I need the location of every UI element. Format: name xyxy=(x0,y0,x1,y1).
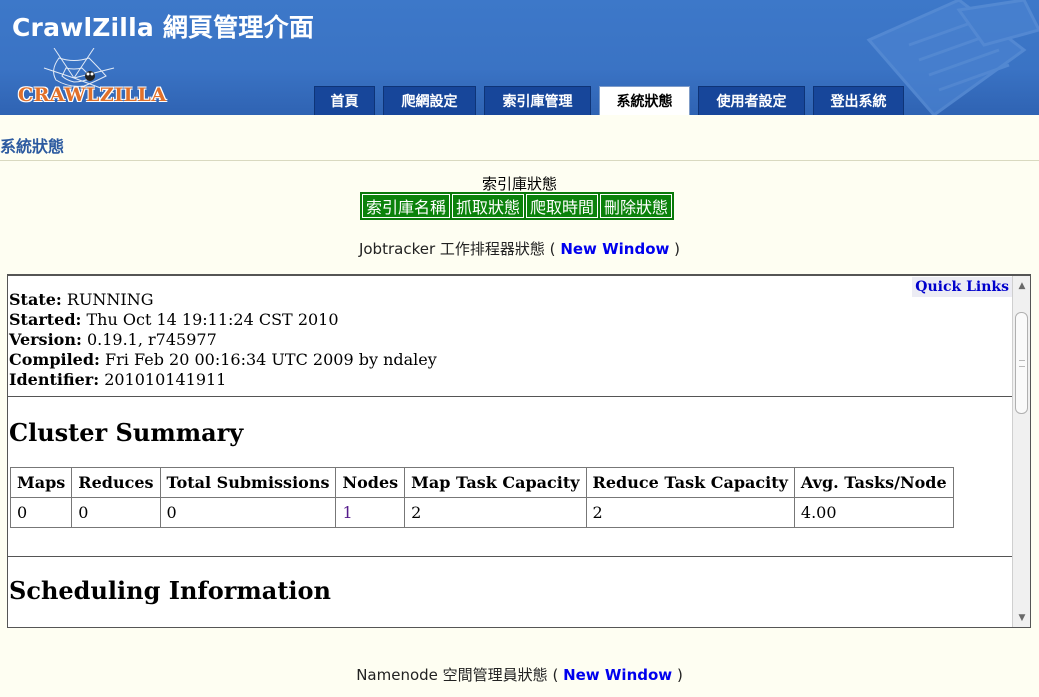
divider xyxy=(8,396,1012,397)
info-row-compiled: Compiled: Fri Feb 20 00:16:34 UTC 2009 b… xyxy=(9,350,437,370)
scheduling-information-heading: Scheduling Information xyxy=(9,576,331,605)
logo-text: CRAWLZILLA xyxy=(18,84,167,106)
fetch-status-button[interactable]: 抓取狀態 xyxy=(452,194,525,218)
index-name-button[interactable]: 索引庫名稱 xyxy=(362,194,451,218)
paren-close: ) xyxy=(676,666,683,684)
jobtracker-frame-content: Quick Links State: RUNNING Started: Thu … xyxy=(8,276,1012,627)
info-row-started: Started: Thu Oct 14 19:11:24 CST 2010 xyxy=(9,310,437,330)
scrollbar-thumb[interactable] xyxy=(1015,312,1028,414)
tab-logout[interactable]: 登出系統 xyxy=(813,86,904,115)
info-row-identifier: Identifier: 201010141911 xyxy=(9,370,437,390)
page-title: 系統狀態 xyxy=(0,137,65,156)
info-value: Thu Oct 14 19:11:24 CST 2010 xyxy=(86,310,339,329)
jobtracker-status-line: Jobtracker 工作排程器狀態 ( New Window ) xyxy=(0,238,1039,259)
crawl-time-button[interactable]: 爬取時間 xyxy=(526,194,599,218)
info-value: 0.19.1, r745977 xyxy=(86,330,217,349)
index-status-heading: 索引庫狀態 xyxy=(481,175,557,193)
info-label: Version: xyxy=(9,330,82,349)
table-cell: 0 xyxy=(71,497,161,528)
column-header: Map Task Capacity xyxy=(404,467,587,498)
table-header-row: Maps Reduces Total Submissions Nodes Map… xyxy=(9,467,954,498)
paren-open: ( xyxy=(549,240,556,258)
paren-open: ( xyxy=(552,666,559,684)
column-header: Reduce Task Capacity xyxy=(585,467,795,498)
cluster-summary-table: Maps Reduces Total Submissions Nodes Map… xyxy=(9,467,954,528)
tab-system-status[interactable]: 系統狀態 xyxy=(599,86,690,115)
tab-index-management[interactable]: 索引庫管理 xyxy=(484,86,591,115)
info-row-state: State: RUNNING xyxy=(9,290,437,310)
column-header: Maps xyxy=(9,467,73,498)
namenode-status-line: Namenode 空間管理員狀態 ( New Window ) xyxy=(0,664,1039,685)
quick-links-link[interactable]: Quick Links xyxy=(912,277,1012,297)
crawlzilla-logo: CRAWLZILLA xyxy=(14,47,166,114)
table-cell: 2 xyxy=(585,497,795,528)
paren-close: ) xyxy=(674,240,681,258)
table-cell: 2 xyxy=(404,497,587,528)
tab-home[interactable]: 首頁 xyxy=(314,86,375,115)
main-nav-tabs: 首頁 爬網設定 索引庫管理 系統狀態 使用者設定 登出系統 xyxy=(314,86,912,115)
grip-icon xyxy=(1019,360,1025,367)
jobtracker-info: State: RUNNING Started: Thu Oct 14 19:11… xyxy=(9,290,437,390)
info-value: Fri Feb 20 00:16:34 UTC 2009 by ndaley xyxy=(105,350,437,369)
namenode-label: Namenode 空間管理員狀態 xyxy=(356,666,548,684)
tab-crawl-settings[interactable]: 爬網設定 xyxy=(383,86,476,115)
frame-scrollbar[interactable]: ▲ ▼ xyxy=(1012,276,1030,627)
scroll-down-arrow-icon[interactable]: ▼ xyxy=(1013,609,1030,627)
nodes-link[interactable]: 1 xyxy=(342,503,352,522)
table-cell: 0 xyxy=(9,497,73,528)
column-header: Nodes xyxy=(335,467,406,498)
info-label: Identifier: xyxy=(9,370,100,389)
info-value: RUNNING xyxy=(66,290,154,309)
table-cell: 4.00 xyxy=(793,497,954,528)
cluster-summary-heading: Cluster Summary xyxy=(9,418,244,447)
delete-status-button[interactable]: 刪除狀態 xyxy=(600,194,673,218)
app-header: CrawlZilla 網頁管理介面 CRAWLZILLA 首頁 爬網設定 索引庫… xyxy=(0,0,1039,115)
info-label: Compiled: xyxy=(9,350,100,369)
info-value: 201010141911 xyxy=(104,370,227,389)
column-header: Reduces xyxy=(71,467,161,498)
index-status-buttons: 索引庫名稱 抓取狀態 爬取時間 刪除狀態 xyxy=(360,192,675,220)
info-row-version: Version: 0.19.1, r745977 xyxy=(9,330,437,350)
jobtracker-frame[interactable]: Quick Links State: RUNNING Started: Thu … xyxy=(7,274,1031,628)
jobtracker-label: Jobtracker 工作排程器狀態 xyxy=(358,240,545,258)
column-header: Avg. Tasks/Node xyxy=(793,467,954,498)
info-label: State: xyxy=(9,290,62,309)
table-cell: 1 xyxy=(335,497,406,528)
table-cell: 0 xyxy=(159,497,337,528)
namenode-new-window-link[interactable]: New Window xyxy=(563,666,672,684)
jobtracker-new-window-link[interactable]: New Window xyxy=(560,240,669,258)
app-title: CrawlZilla 網頁管理介面 xyxy=(12,13,315,42)
info-label: Started: xyxy=(9,310,82,329)
tab-user-settings[interactable]: 使用者設定 xyxy=(698,86,805,115)
column-header: Total Submissions xyxy=(159,467,337,498)
divider xyxy=(8,556,1012,557)
table-row: 0 0 0 1 2 2 4.00 xyxy=(9,497,954,528)
scroll-up-arrow-icon[interactable]: ▲ xyxy=(1013,277,1030,295)
